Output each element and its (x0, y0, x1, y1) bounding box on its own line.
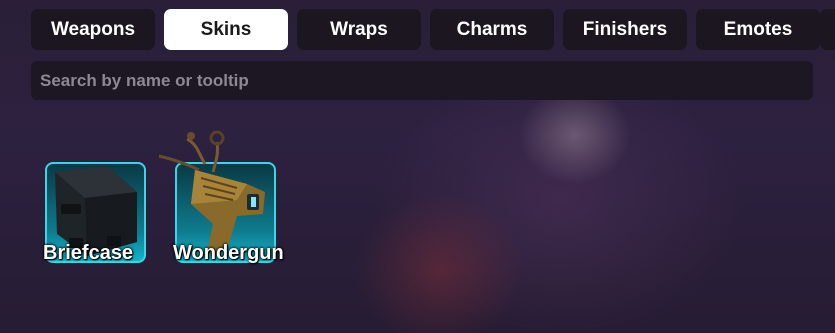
tab-skins[interactable]: Skins (164, 9, 288, 50)
skin-item-wondergun[interactable]: Wondergun (158, 130, 284, 264)
skin-item-label: Wondergun (173, 242, 284, 264)
tab-weapons[interactable]: Weapons (31, 9, 155, 50)
skin-item-briefcase[interactable]: Briefcase (43, 162, 146, 264)
tab-finishers[interactable]: Finishers (563, 9, 687, 50)
tab-emotes[interactable]: Emotes (696, 9, 820, 50)
tab-wraps[interactable]: Wraps (297, 9, 421, 50)
search-bar (31, 61, 813, 100)
tab-charms[interactable]: Charms (430, 9, 554, 50)
category-tabs: Weapons Skins Wraps Charms Finishers Emo… (31, 9, 820, 50)
search-input[interactable] (40, 61, 813, 100)
tab-overflow-partial[interactable] (820, 9, 835, 50)
skin-item-label: Briefcase (43, 242, 134, 264)
